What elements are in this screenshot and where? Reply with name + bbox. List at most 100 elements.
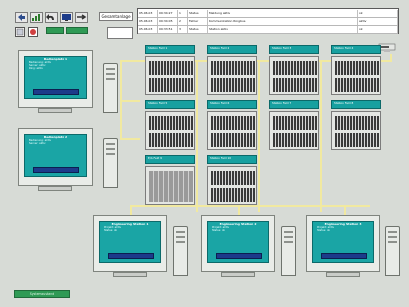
event-state: aktiv <box>358 18 398 25</box>
computer-tower[interactable] <box>173 226 188 276</box>
workstation-monitor[interactable]: Bedienplatz 2 Bedienung: aktiv Server: a… <box>18 128 93 186</box>
workstation-screen: Bedienplatz 2 Bedienung: aktiv Server: a… <box>24 134 87 177</box>
unit-rack <box>145 111 195 150</box>
unit-title: Station Feld 5 <box>145 100 195 109</box>
chart-icon[interactable] <box>30 12 43 23</box>
station-unit[interactable]: Station Feld 8 <box>331 100 381 150</box>
station-line: Ring: aktiv <box>29 67 43 70</box>
station-unit[interactable]: Station Feld 1 <box>145 45 195 95</box>
unit-title: E/A Feld 9 <box>145 155 195 164</box>
unit-title: Station Feld 4 <box>331 45 381 54</box>
event-table: 05.06.03 09:34:27 1 Status Meldung aktiv… <box>137 8 399 34</box>
table-row[interactable]: 05.06.03 09:33:51 3 Status Station aktiv… <box>138 26 398 34</box>
event-time: 09:34:05 <box>158 18 178 25</box>
bus-line <box>120 100 140 102</box>
monitor-stand <box>326 272 360 277</box>
small-button[interactable] <box>107 27 133 39</box>
unit-title: Station Feld 7 <box>269 100 319 109</box>
unit-rack <box>145 56 195 95</box>
event-type: Fehler <box>188 18 208 25</box>
event-id: 2 <box>178 18 188 25</box>
status-bar <box>33 89 79 95</box>
engineering-monitor[interactable]: Engineering Station 1 Projekt: aktiv Sta… <box>93 215 167 272</box>
system-status-button[interactable]: Systemzustand <box>14 290 70 298</box>
station-line: Status: ok <box>317 229 331 232</box>
unit-rack <box>331 111 381 150</box>
station-unit[interactable]: Station Feld 4 <box>331 45 381 95</box>
status-indicator-b <box>66 27 88 34</box>
unit-rack <box>331 56 381 95</box>
event-id: 3 <box>178 26 188 33</box>
station-unit[interactable]: Station Feld 5 <box>145 100 195 150</box>
computer-tower[interactable] <box>103 138 118 188</box>
help-icon[interactable] <box>28 27 38 37</box>
event-date: 05.06.03 <box>138 26 158 33</box>
overview-button[interactable]: Gesamtanlage <box>99 12 133 21</box>
workstation-screen: Bedienplatz 1 Bedienung: aktiv Server: a… <box>24 56 87 99</box>
monitor-stand <box>38 108 72 113</box>
station-unit[interactable]: Station Feld 3 <box>269 45 319 95</box>
monitor-stand <box>38 186 72 191</box>
page-icon[interactable] <box>15 27 25 37</box>
unit-rack <box>207 166 257 205</box>
workstation-screen: Engineering Station 1 Projekt: aktiv Sta… <box>99 221 161 263</box>
event-text: Kommunikation Ringbus <box>208 18 358 25</box>
station-line: Status: ok <box>212 229 226 232</box>
monitor-icon[interactable] <box>60 12 73 23</box>
monitor-stand <box>221 272 255 277</box>
unit-rack <box>269 111 319 150</box>
table-row[interactable]: 05.06.03 09:34:05 2 Fehler Kommunikation… <box>138 18 398 26</box>
bus-line <box>320 62 322 212</box>
event-state: ok <box>358 26 398 33</box>
unit-rack <box>269 56 319 95</box>
engineering-monitor[interactable]: Engineering Station 2 Projekt: aktiv Sta… <box>201 215 275 272</box>
event-text: Meldung aktiv <box>208 10 358 17</box>
workstation-monitor[interactable]: Bedienplatz 1 Bedienung: aktiv Server: a… <box>18 50 93 108</box>
unit-title: Station Feld 10 <box>207 155 257 164</box>
station-line: Server: aktiv <box>29 142 46 145</box>
status-bar <box>108 253 154 259</box>
arrow-icon[interactable] <box>75 12 88 23</box>
event-text: Station aktiv <box>208 26 358 33</box>
event-time: 09:33:51 <box>158 26 178 33</box>
computer-tower[interactable] <box>103 63 118 113</box>
station-unit[interactable]: Station Feld 7 <box>269 100 319 150</box>
event-state: ok <box>358 10 398 17</box>
event-date: 05.06.03 <box>138 10 158 17</box>
unit-title: Station Feld 3 <box>269 45 319 54</box>
unit-rack <box>145 166 195 205</box>
event-type: Status <box>188 26 208 33</box>
event-id: 1 <box>178 10 188 17</box>
computer-tower[interactable] <box>281 226 296 276</box>
status-bar <box>216 253 262 259</box>
table-row[interactable]: 05.06.03 09:34:27 1 Status Meldung aktiv… <box>138 10 398 18</box>
back-icon[interactable] <box>15 12 28 23</box>
event-time: 09:34:27 <box>158 10 178 17</box>
workstation-screen: Engineering Station 2 Projekt: aktiv Sta… <box>207 221 269 263</box>
undo-icon[interactable] <box>45 12 58 23</box>
status-indicator-a <box>46 27 64 34</box>
bus-line <box>258 62 260 212</box>
unit-title: Station Feld 6 <box>207 100 257 109</box>
engineering-monitor[interactable]: Engineering Station 3 Projekt: aktiv Sta… <box>306 215 380 272</box>
event-date: 05.06.03 <box>138 18 158 25</box>
station-unit[interactable]: Station Feld 6 <box>207 100 257 150</box>
unit-rack <box>207 56 257 95</box>
station-line: Status: ok <box>104 229 118 232</box>
bus-line <box>130 205 370 207</box>
bus-line <box>390 54 392 62</box>
workstation-screen: Engineering Station 3 Projekt: aktiv Sta… <box>312 221 374 263</box>
status-bar <box>33 167 79 173</box>
unit-title: Station Feld 2 <box>207 45 257 54</box>
station-unit[interactable]: Station Feld 10 <box>207 155 257 205</box>
event-type: Status <box>188 10 208 17</box>
unit-title: Station Feld 1 <box>145 45 195 54</box>
monitor-stand <box>113 272 147 277</box>
unit-rack <box>207 111 257 150</box>
computer-tower[interactable] <box>385 226 400 276</box>
station-unit[interactable]: Station Feld 2 <box>207 45 257 95</box>
unit-title: Station Feld 8 <box>331 100 381 109</box>
status-bar <box>321 253 367 259</box>
bus-line <box>196 62 198 212</box>
station-unit[interactable]: E/A Feld 9 <box>145 155 195 205</box>
